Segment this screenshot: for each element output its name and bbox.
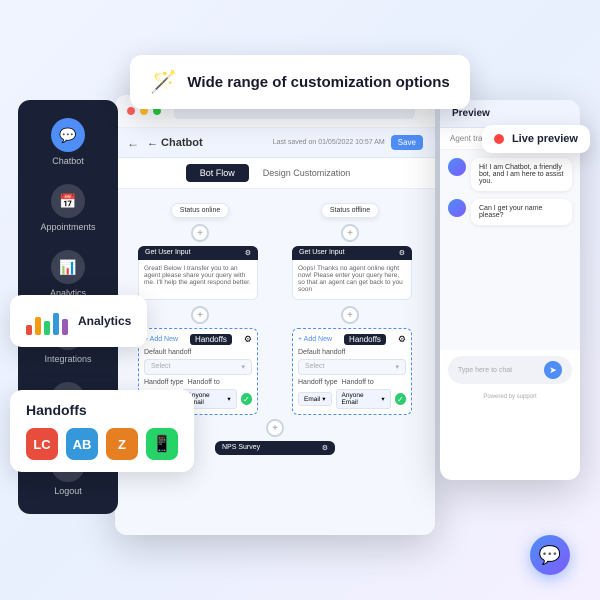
chat-area: Hi! I am Chatbot, a friendly bot, and I …: [440, 150, 580, 350]
bar-chart: [26, 307, 68, 335]
add-new-2[interactable]: + Add New: [298, 336, 332, 343]
bot-avatar-2: [448, 199, 466, 217]
input-body-1: Great! Below I transfer you to an agent …: [138, 260, 258, 300]
chat-bubble-1: Hi! I am Chatbot, a friendly bot, and I …: [471, 158, 572, 191]
sidebar-item-chatbot[interactable]: 💬 Chatbot: [28, 110, 108, 174]
customization-tooltip: 🪄 Wide range of customization options: [130, 55, 470, 109]
input-gear-1[interactable]: ⚙: [245, 249, 251, 257]
handoffs-card: Handoffs LC AB Z 📱: [10, 390, 194, 472]
handoffs-badge-1: Handoffs: [190, 334, 232, 345]
autosave-text: Last saved on 01/05/2022 10:57 AM: [273, 139, 385, 146]
nps-gear[interactable]: ⚙: [322, 444, 328, 452]
confirm-btn-2[interactable]: ✓: [395, 393, 406, 405]
sidebar-label-appointments: Appointments: [40, 222, 95, 232]
sidebar-item-appointments[interactable]: 📅 Appointments: [28, 176, 108, 240]
tab-bar: Bot Flow Design Customization: [115, 158, 435, 189]
bar-1: [26, 325, 32, 335]
plus-circle-3[interactable]: +: [191, 306, 209, 324]
send-button[interactable]: ➤: [544, 361, 562, 379]
analytics-icon: 📊: [51, 250, 85, 284]
service-whatsapp: 📱: [146, 428, 178, 460]
tab-design[interactable]: Design Customization: [249, 164, 365, 182]
wand-icon: 🪄: [150, 69, 177, 95]
tab-bot-flow[interactable]: Bot Flow: [186, 164, 249, 182]
sidebar-label-logout: Logout: [54, 486, 82, 496]
chat-row-2: Can I get your name please?: [448, 199, 572, 225]
plus-circle-1[interactable]: +: [191, 224, 209, 242]
sidebar-label-chatbot: Chatbot: [52, 156, 84, 166]
bar-5: [62, 319, 68, 335]
handoff-type-label-1: Handoff type: [144, 379, 184, 386]
handoff-type-label-2: Handoff type: [298, 379, 338, 386]
select-2[interactable]: Select▾: [298, 359, 406, 375]
confirm-btn-1[interactable]: ✓: [241, 393, 252, 405]
appointments-icon: 📅: [51, 184, 85, 218]
live-indicator: [494, 134, 504, 144]
preview-footer: Powered by support: [440, 390, 580, 404]
preview-panel: Preview Agent transfer bot Hi! I am Chat…: [440, 100, 580, 480]
status-online-node: Status online: [171, 203, 229, 218]
handoff-box-2: + Add New Handoffs ⚙ Default handoff Sel…: [292, 328, 412, 415]
live-preview-label: Live preview: [512, 133, 578, 145]
bar-3: [44, 321, 50, 335]
handoff-to-label-1: Handoff to: [188, 379, 220, 386]
select-1[interactable]: Select▾: [144, 359, 252, 375]
handoff-gear-1[interactable]: ⚙: [244, 334, 252, 345]
window-header: ← ← Chatbot Last saved on 01/05/2022 10:…: [115, 128, 435, 158]
handoffs-badge-2: Handoffs: [344, 334, 386, 345]
close-dot: [127, 107, 135, 115]
service-lc: LC: [26, 428, 58, 460]
handoff-gear-2[interactable]: ⚙: [398, 334, 406, 345]
handoffs-title: Handoffs: [26, 402, 178, 418]
service-ab: AB: [66, 428, 98, 460]
default-handoff-label-1: Default handoff: [144, 349, 252, 356]
chat-input-placeholder: Type here to chat: [458, 367, 512, 374]
input-gear-2[interactable]: ⚙: [399, 249, 405, 257]
bar-2: [35, 317, 41, 335]
chat-row-1: Hi! I am Chatbot, a friendly bot, and I …: [448, 158, 572, 191]
flow-area: Status online Status offline + + Get Use…: [115, 189, 435, 535]
email-select-2[interactable]: Email ▾: [298, 392, 332, 406]
sidebar-label-integrations: Integrations: [44, 354, 91, 364]
input-box-2: Get User Input ⚙ Oops! Thanks no agent o…: [292, 246, 412, 300]
analytics-card: Analytics: [10, 295, 147, 347]
chatbot-icon: 💬: [51, 118, 85, 152]
input-box-1: Get User Input ⚙ Great! Below I transfer…: [138, 246, 258, 300]
status-offline-node: Status offline: [321, 203, 379, 218]
service-z: Z: [106, 428, 138, 460]
nps-label: NPS Survey: [222, 444, 260, 452]
plus-circle-5[interactable]: +: [266, 419, 284, 437]
input-label-2: Get User Input: [299, 249, 345, 257]
handoffs-services: LC AB Z 📱: [26, 428, 178, 460]
input-label-1: Get User Input: [145, 249, 191, 257]
default-handoff-label-2: Default handoff: [298, 349, 406, 356]
live-preview-tooltip: Live preview: [482, 125, 590, 153]
nps-node: NPS Survey ⚙: [215, 441, 335, 455]
bot-avatar-1: [448, 158, 466, 176]
input-body-2: Oops! Thanks no agent online right now! …: [292, 260, 412, 300]
scene: 🪄 Wide range of customization options 💬 …: [0, 0, 600, 600]
chat-icon: 💬: [539, 545, 561, 566]
back-arrow[interactable]: ←: [127, 136, 139, 150]
chat-input-bar[interactable]: Type here to chat ➤: [448, 356, 572, 384]
plus-circle-4[interactable]: +: [341, 306, 359, 324]
add-new-1[interactable]: + Add New: [144, 336, 178, 343]
bar-4: [53, 313, 59, 335]
save-button[interactable]: Save: [391, 135, 423, 150]
float-chat-button[interactable]: 💬: [530, 535, 570, 575]
window-title: ← Chatbot: [147, 137, 265, 149]
analytics-label: Analytics: [78, 314, 131, 328]
anyone-email-select-2[interactable]: Anyone Email ▾: [336, 389, 391, 409]
header-actions: Last saved on 01/05/2022 10:57 AM Save: [273, 135, 423, 150]
tooltip-text: Wide range of customization options: [187, 74, 449, 91]
handoff-to-label-2: Handoff to: [342, 379, 374, 386]
plus-circle-2[interactable]: +: [341, 224, 359, 242]
chat-bubble-2: Can I get your name please?: [471, 199, 572, 225]
